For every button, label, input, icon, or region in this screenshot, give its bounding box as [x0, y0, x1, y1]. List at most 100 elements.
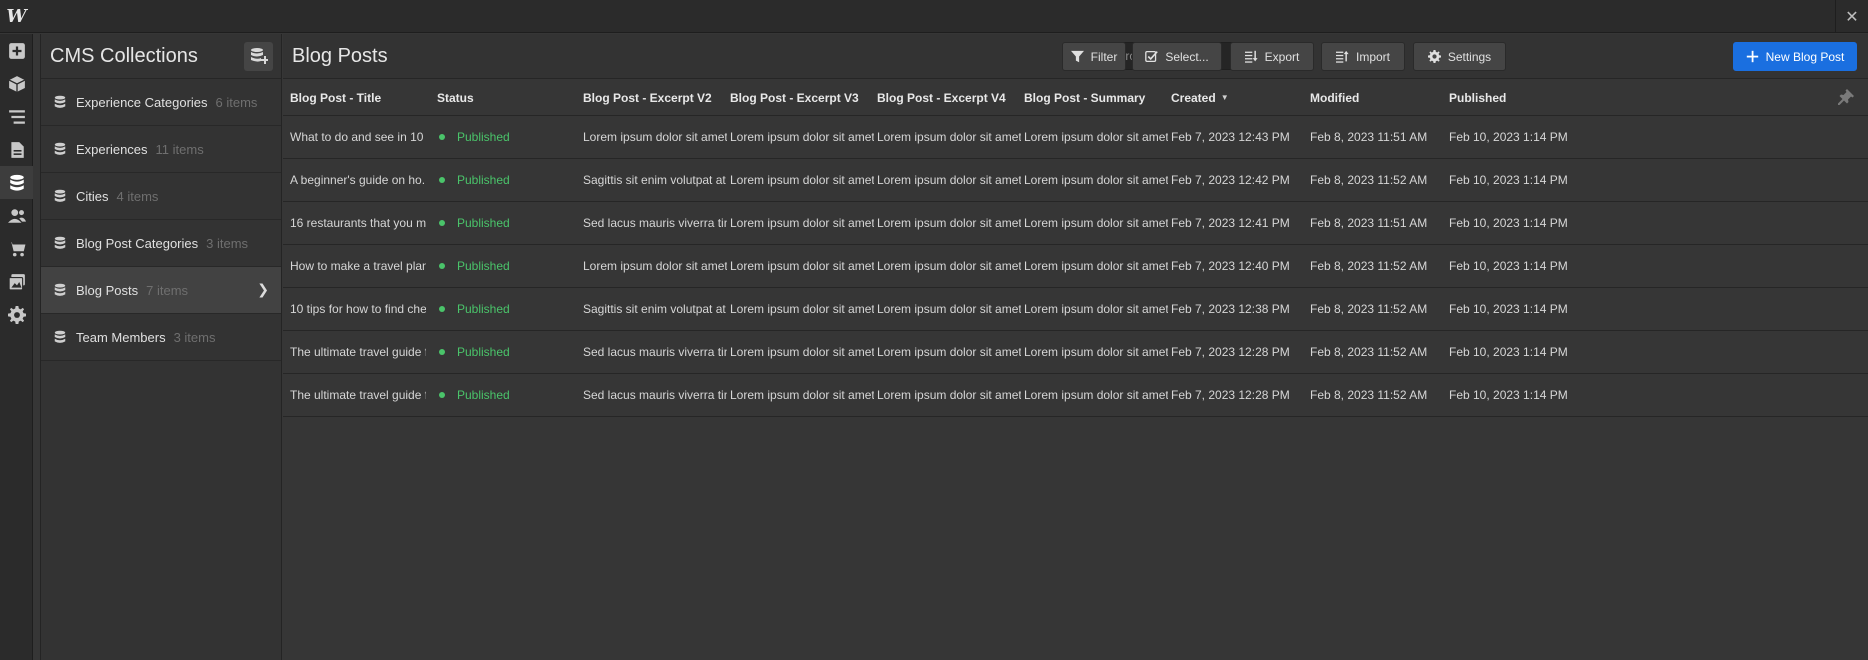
cell-value: 16 restaurants that you m...	[290, 216, 426, 230]
select-label: Select...	[1165, 49, 1209, 64]
database-icon	[53, 236, 67, 250]
column-header[interactable]: Blog Post - Title	[290, 79, 381, 116]
users-icon[interactable]	[0, 199, 33, 232]
collection-item[interactable]: Blog Post Categories 3 items	[41, 220, 281, 267]
pin-icon[interactable]	[1838, 89, 1854, 105]
collection-item[interactable]: Experience Categories 6 items	[41, 79, 281, 126]
import-button[interactable]: Import	[1321, 42, 1405, 71]
column-header-label: Status	[437, 90, 474, 105]
collection-count: 7 items	[146, 282, 189, 298]
table-cell: Lorem ipsum dolor sit amet, c...	[730, 202, 874, 244]
database-icon	[53, 95, 67, 109]
settings-icon[interactable]	[0, 298, 33, 331]
cell-value: Lorem ipsum dolor sit amet, c...	[730, 388, 874, 402]
table-cell: Lorem ipsum dolor sit amet, c...	[583, 116, 727, 158]
cell-value: Lorem ipsum dolor sit amet c...	[1024, 345, 1168, 359]
column-header-label: Blog Post - Excerpt V3	[730, 90, 859, 105]
column-header[interactable]: Blog Post - Excerpt V2	[583, 79, 712, 116]
cell-value: A beginner's guide on ho...	[290, 173, 426, 187]
add-panel-icon[interactable]	[0, 34, 33, 67]
settings-button[interactable]: Settings	[1413, 42, 1506, 71]
add-collection-button[interactable]	[244, 41, 273, 71]
column-header[interactable]: Created ▼	[1171, 79, 1229, 116]
select-button[interactable]: Select...	[1132, 42, 1222, 71]
new-blog-post-button[interactable]: New Blog Post	[1733, 42, 1857, 71]
table-cell: Lorem ipsum dolor sit amet, c...	[877, 116, 1021, 158]
cell-value: Lorem ipsum dolor sit amet, c...	[877, 130, 1021, 144]
top-bar: W ✕	[0, 0, 1868, 33]
cms-icon[interactable]	[0, 166, 33, 199]
database-icon	[53, 283, 67, 297]
table-cell: Lorem ipsum dolor sit amet, c...	[877, 202, 1021, 244]
table-cell: Feb 7, 2023 12:41 PM	[1171, 202, 1307, 244]
navigator-icon[interactable]	[0, 100, 33, 133]
status-cell: Published	[437, 245, 577, 287]
column-header-label: Blog Post - Title	[290, 90, 382, 105]
column-header[interactable]: Modified	[1310, 79, 1359, 116]
cell-value: Published	[457, 259, 510, 273]
collection-item[interactable]: Blog Posts 7 items ❯	[41, 267, 281, 314]
table-cell: Lorem ipsum dolor sit amet, c...	[877, 288, 1021, 330]
table-cell: Lorem ipsum dolor sit amet c...	[1024, 331, 1168, 373]
table-cell: Feb 8, 2023 11:52 AM	[1310, 374, 1446, 416]
table-cell: Lorem ipsum dolor sit amet, c...	[730, 245, 874, 287]
close-button[interactable]: ✕	[1835, 0, 1868, 33]
cell-value: What to do and see in 10 ...	[290, 130, 426, 144]
column-header-label: Blog Post - Excerpt V2	[583, 90, 712, 105]
collection-item[interactable]: Experiences 11 items	[41, 126, 281, 173]
table-row[interactable]: 10 tips for how to find che... Published S…	[283, 288, 1868, 331]
column-header[interactable]: Blog Post - Summary	[1024, 79, 1145, 116]
table-cell: Feb 10, 2023 1:14 PM	[1449, 374, 1589, 416]
table-cell: Lorem ipsum dolor sit amet, c...	[730, 116, 874, 158]
database-icon	[53, 189, 67, 203]
table-cell: Feb 7, 2023 12:28 PM	[1171, 374, 1307, 416]
cell-value: Lorem ipsum dolor sit amet c...	[1024, 173, 1168, 187]
table-row[interactable]: The ultimate travel guide f... Published S…	[283, 331, 1868, 374]
assets-icon[interactable]	[0, 265, 33, 298]
collection-count: 3 items	[206, 235, 249, 251]
table-cell: The ultimate travel guide f...	[290, 374, 426, 416]
ecommerce-icon[interactable]	[0, 232, 33, 265]
column-header[interactable]: Status	[437, 79, 474, 116]
table-row[interactable]: What to do and see in 10 ... Published Lor…	[283, 116, 1868, 159]
webflow-logo[interactable]: W	[0, 0, 33, 33]
cell-value: Lorem ipsum dolor sit amet, c...	[730, 302, 874, 316]
table-row[interactable]: The ultimate travel guide f... Published S…	[283, 374, 1868, 417]
cell-value: Lorem ipsum dolor sit amet c...	[1024, 388, 1168, 402]
table-cell: Feb 8, 2023 11:51 AM	[1310, 202, 1446, 244]
column-header[interactable]: Blog Post - Excerpt V4	[877, 79, 1006, 116]
collection-item[interactable]: Cities 4 items	[41, 173, 281, 220]
cell-value: Lorem ipsum dolor sit amet, c...	[877, 302, 1021, 316]
pages-icon[interactable]	[0, 133, 33, 166]
cell-value: Feb 8, 2023 11:52 AM	[1310, 259, 1428, 273]
table-row[interactable]: How to make a travel plan... Published Lor…	[283, 245, 1868, 288]
status-cell: Published	[437, 202, 577, 244]
table-cell: Lorem ipsum dolor sit amet, c...	[877, 331, 1021, 373]
table-cell: Feb 10, 2023 1:14 PM	[1449, 116, 1589, 158]
filter-label: Filter	[1090, 49, 1118, 64]
status-cell: Published	[437, 331, 577, 373]
export-button[interactable]: Export	[1230, 42, 1314, 71]
table-body: What to do and see in 10 ... Published Lor…	[283, 116, 1868, 417]
status-dot-icon	[439, 392, 445, 398]
cell-value: Feb 10, 2023 1:14 PM	[1449, 130, 1568, 144]
column-header-label: Blog Post - Summary	[1024, 90, 1146, 105]
status-dot-icon	[439, 306, 445, 312]
table-cell: Feb 7, 2023 12:43 PM	[1171, 116, 1307, 158]
collection-item[interactable]: Team Members 3 items	[41, 314, 281, 361]
add-database-icon	[250, 48, 268, 64]
table-cell: Feb 8, 2023 11:52 AM	[1310, 159, 1446, 201]
column-header[interactable]: Blog Post - Excerpt V3	[730, 79, 859, 116]
filter-button[interactable]: Filter	[1062, 42, 1126, 71]
table-row[interactable]: A beginner's guide on ho... Published Sagi…	[283, 159, 1868, 202]
table-cell: Feb 10, 2023 1:14 PM	[1449, 202, 1589, 244]
table-row[interactable]: 16 restaurants that you m... Published Sed…	[283, 202, 1868, 245]
table-cell: 10 tips for how to find che...	[290, 288, 426, 330]
column-header-label: Published	[1449, 90, 1507, 105]
status-dot-icon	[439, 220, 445, 226]
table-cell: Feb 10, 2023 1:14 PM	[1449, 331, 1589, 373]
components-icon[interactable]	[0, 67, 33, 100]
checkbox-icon	[1145, 50, 1159, 63]
table-cell: Lorem ipsum dolor sit amet, c...	[877, 159, 1021, 201]
column-header[interactable]: Published	[1449, 79, 1506, 116]
